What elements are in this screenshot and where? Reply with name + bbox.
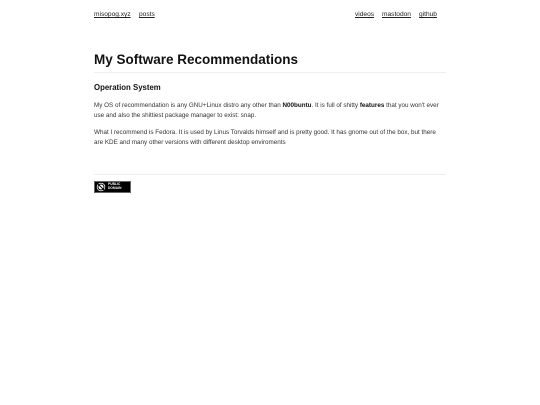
nav-link-home[interactable]: misopog.xyz	[94, 11, 131, 18]
bold-text: features	[359, 102, 385, 109]
nav-link-posts[interactable]: posts	[139, 11, 155, 18]
footer-divider	[94, 174, 446, 175]
nav-link-videos[interactable]: videos	[355, 11, 374, 18]
nav-link-mastodon[interactable]: mastodon	[382, 11, 411, 18]
public-domain-badge[interactable]: PUBLIC DOMAIN	[94, 181, 131, 193]
public-domain-icon	[96, 182, 106, 192]
paragraph-text: . It is full of shitty	[311, 102, 360, 109]
page-container: misopog.xyz posts videos mastodon github…	[94, 0, 446, 193]
badge-line: DOMAIN	[108, 186, 122, 190]
paragraph-os-recommendation: My OS of recommendation is any GNU+Linux…	[94, 101, 446, 121]
title-divider	[94, 72, 446, 73]
badge-label: PUBLIC DOMAIN	[108, 183, 122, 190]
nav-link-github[interactable]: github	[419, 11, 437, 18]
bold-text: N00buntu	[282, 102, 312, 109]
section-heading: Operation System	[94, 83, 161, 92]
top-nav: misopog.xyz posts videos mastodon github	[94, 11, 446, 27]
paragraph-text: My OS of recommendation is any GNU+Linux…	[94, 102, 283, 109]
page-title: My Software Recommendations	[94, 52, 299, 67]
paragraph-fedora: What I recommend is Fedora. It is used b…	[94, 129, 436, 146]
